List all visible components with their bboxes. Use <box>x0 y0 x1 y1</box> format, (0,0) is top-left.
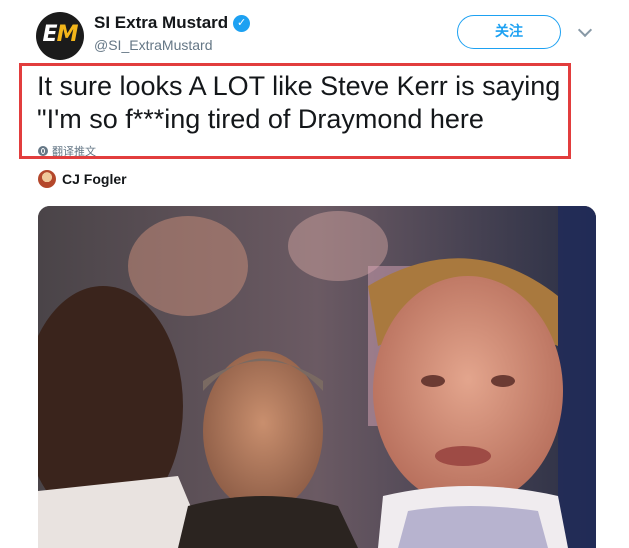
translate-tweet-link[interactable]: 翻译推文 <box>38 143 96 159</box>
quoted-author-row[interactable]: CJ Fogler <box>38 170 127 188</box>
account-handle[interactable]: @SI_ExtraMustard <box>94 37 212 53</box>
quoted-author-avatar <box>38 170 56 188</box>
account-avatar[interactable]: EM <box>36 12 84 60</box>
follow-button[interactable]: 关注 <box>457 15 561 49</box>
verified-badge-icon: ✓ <box>233 14 251 32</box>
video-still <box>38 206 596 548</box>
quoted-author-name: CJ Fogler <box>62 171 127 187</box>
tweet-text: It sure looks A LOT like Steve Kerr is s… <box>37 71 561 134</box>
display-name[interactable]: SI Extra Mustard <box>94 13 228 33</box>
video-media[interactable] <box>38 206 596 548</box>
si-extra-mustard-logo: EM <box>42 22 79 47</box>
globe-icon <box>38 146 48 156</box>
account-name-row: SI Extra Mustard ✓ <box>94 13 251 33</box>
translate-label: 翻译推文 <box>52 146 96 158</box>
chevron-down-icon[interactable] <box>577 22 593 38</box>
